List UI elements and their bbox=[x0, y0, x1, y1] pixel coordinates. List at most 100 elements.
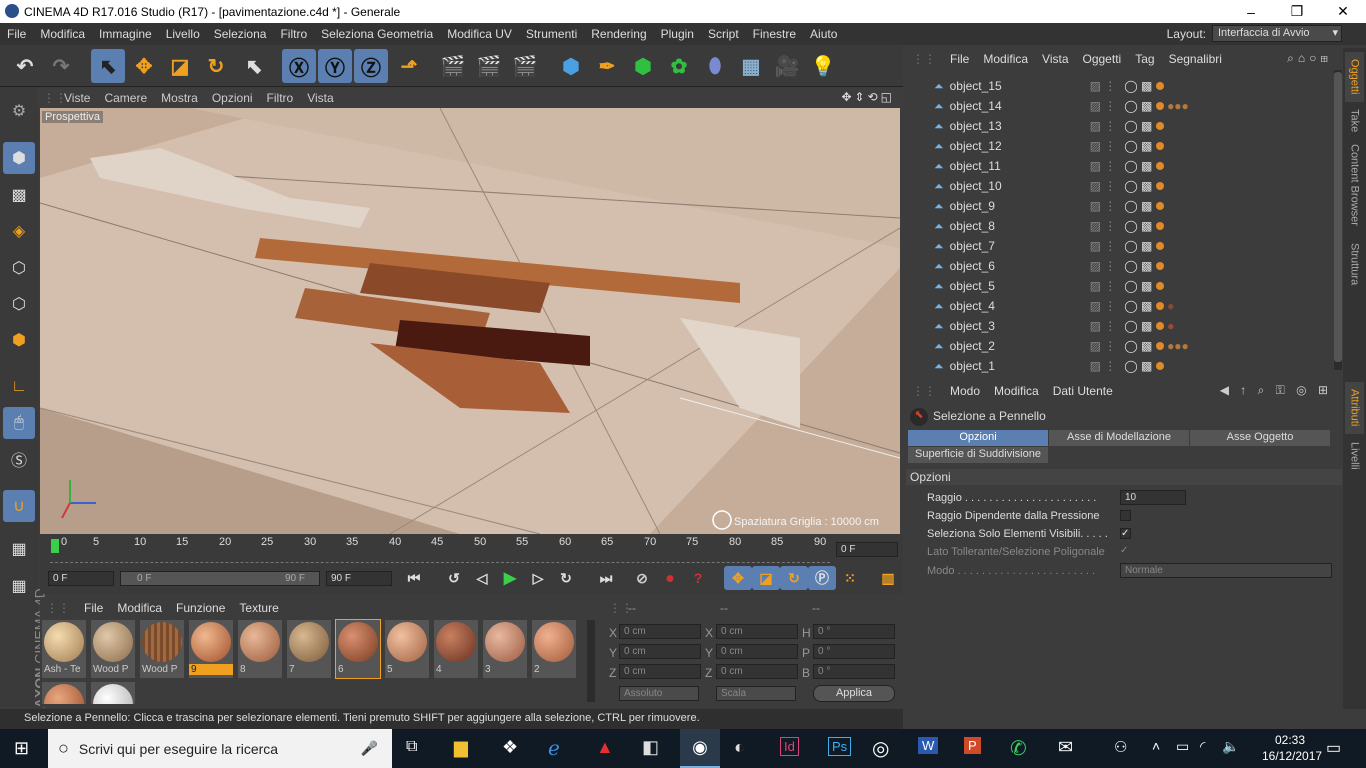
visibility-dots-icon[interactable]: ▨ ⋮ bbox=[1090, 359, 1117, 373]
z-axis-button[interactable]: Ⓩ bbox=[354, 49, 388, 83]
last-tool-button[interactable]: ⬉ bbox=[237, 49, 271, 83]
goto-start-button[interactable]: ⏮ bbox=[400, 566, 428, 590]
visibility-dots-icon[interactable]: ▨ ⋮ bbox=[1090, 79, 1117, 93]
attribute-menu-modo[interactable]: Modo bbox=[950, 384, 980, 398]
pen-spline-button[interactable]: ✒ bbox=[590, 49, 624, 83]
microphone-icon[interactable]: 🎤 bbox=[361, 740, 378, 757]
notifications-icon[interactable]: ▭ bbox=[1326, 738, 1341, 758]
attribute-menu-modifica[interactable]: Modifica bbox=[994, 384, 1039, 398]
rot-b-field[interactable]: 0 ° bbox=[813, 664, 895, 679]
file-explorer-icon[interactable]: ▆ bbox=[454, 737, 468, 758]
visibility-dots-icon[interactable]: ▨ ⋮ bbox=[1090, 139, 1117, 153]
steam-icon[interactable]: ◐ bbox=[734, 737, 745, 758]
viewport-menu-opzioni[interactable]: Opzioni bbox=[205, 91, 260, 105]
viewport-menu-viste[interactable]: Viste bbox=[57, 91, 97, 105]
object-menu-tag[interactable]: Tag bbox=[1135, 52, 1154, 66]
menu-strumenti[interactable]: Strumenti bbox=[519, 27, 584, 41]
current-frame-field[interactable]: 0 F bbox=[836, 542, 898, 557]
menu-aiuto[interactable]: Aiuto bbox=[803, 27, 844, 41]
autocad-icon[interactable]: ▲ bbox=[596, 737, 614, 758]
material-tag-icon[interactable]: ◯ ▩ ●●● bbox=[1124, 99, 1189, 113]
material-tag-icon[interactable]: ◯ ▩ bbox=[1124, 139, 1164, 153]
visibility-dots-icon[interactable]: ▨ ⋮ bbox=[1090, 279, 1117, 293]
size-y-field[interactable]: 0 cm bbox=[716, 644, 798, 659]
material-tag-icon[interactable]: ◯ ▩ ● bbox=[1124, 319, 1174, 333]
mail-icon[interactable]: ✉ bbox=[1058, 737, 1073, 758]
modo-select[interactable]: Normale bbox=[1120, 563, 1332, 578]
material-swatch[interactable]: Wood P bbox=[91, 620, 135, 678]
menu-seleziona-geometria[interactable]: Seleziona Geometria bbox=[314, 27, 440, 41]
object-menu-file[interactable]: File bbox=[950, 52, 969, 66]
end-frame-field[interactable]: 90 F bbox=[326, 571, 392, 586]
material-swatch[interactable]: 3 bbox=[483, 620, 527, 678]
range-slider[interactable]: 0 F 90 F bbox=[120, 571, 320, 586]
people-icon[interactable]: ⚇ bbox=[1114, 738, 1127, 756]
tray-chevron-icon[interactable]: ˄ bbox=[1152, 738, 1160, 754]
coordinate-system-button[interactable]: ⬏ bbox=[392, 49, 426, 83]
sketchup-icon[interactable]: ◧ bbox=[642, 737, 659, 758]
points-mode-icon[interactable]: ⬡ bbox=[3, 252, 35, 284]
visibility-dots-icon[interactable]: ▨ ⋮ bbox=[1090, 239, 1117, 253]
rot-h-field[interactable]: 0 ° bbox=[813, 624, 895, 639]
x-axis-button[interactable]: Ⓧ bbox=[282, 49, 316, 83]
menu-livello[interactable]: Livello bbox=[159, 27, 207, 41]
size-z-field[interactable]: 0 cm bbox=[716, 664, 798, 679]
live-selection-button[interactable]: ⬉ bbox=[91, 49, 125, 83]
size-mode-select[interactable]: Scala bbox=[716, 686, 796, 701]
redo-button[interactable]: ↷ bbox=[44, 49, 78, 83]
key-position-button[interactable]: ✥ bbox=[724, 566, 752, 590]
material-scrollbar[interactable] bbox=[587, 620, 595, 702]
prev-key-button[interactable]: ↺ bbox=[440, 566, 468, 590]
model-mode-icon[interactable]: ⬢ bbox=[3, 142, 35, 174]
render-picture-viewer-button[interactable]: 🎬 bbox=[472, 49, 506, 83]
goto-end-button[interactable]: ⏭ bbox=[592, 566, 620, 590]
chrome-icon[interactable]: ◎ bbox=[872, 736, 889, 761]
maximize-button[interactable]: ❐ bbox=[1274, 0, 1320, 23]
cloner-button[interactable]: ✿ bbox=[662, 49, 696, 83]
viewport-menu-vista[interactable]: Vista bbox=[300, 91, 340, 105]
pos-z-field[interactable]: 0 cm bbox=[619, 664, 701, 679]
menu-rendering[interactable]: Rendering bbox=[584, 27, 653, 41]
layout-select[interactable]: Interfaccia di Avvio ▾ bbox=[1212, 25, 1342, 42]
material-tag-icon[interactable]: ◯ ▩ bbox=[1124, 79, 1164, 93]
prev-frame-button[interactable]: ◁ bbox=[468, 566, 496, 590]
raggio-field[interactable]: 10 bbox=[1120, 490, 1186, 505]
edges-mode-icon[interactable]: ⬡ bbox=[3, 288, 35, 320]
material-swatch[interactable]: 6 bbox=[335, 619, 381, 679]
visibility-dots-icon[interactable]: ▨ ⋮ bbox=[1090, 179, 1117, 193]
workplane-grid-icon[interactable]: ▦ bbox=[3, 533, 35, 565]
tweak-mode-icon[interactable]: 🖱 bbox=[3, 407, 35, 439]
material-tag-icon[interactable]: ◯ ▩ bbox=[1124, 159, 1164, 173]
visibility-dots-icon[interactable]: ▨ ⋮ bbox=[1090, 219, 1117, 233]
material-menu-file[interactable]: File bbox=[84, 601, 103, 615]
next-key-button[interactable]: ↻ bbox=[552, 566, 580, 590]
taskbar-search-box[interactable]: ○ Scrivi qui per eseguire la ricerca 🎤 bbox=[48, 729, 392, 768]
object-row[interactable]: ⏶ object_4 ▨ ⋮ ◯ ▩ ● bbox=[906, 296, 1342, 316]
minimize-button[interactable]: – bbox=[1228, 0, 1274, 23]
visibility-dots-icon[interactable]: ▨ ⋮ bbox=[1090, 299, 1117, 313]
camera-button[interactable]: 🎥 bbox=[770, 49, 804, 83]
material-tag-icon[interactable]: ◯ ▩ bbox=[1124, 239, 1164, 253]
object-row[interactable]: ⏶ object_8 ▨ ⋮ ◯ ▩ bbox=[906, 216, 1342, 236]
material-swatch[interactable]: 4 bbox=[434, 620, 478, 678]
close-button[interactable]: ✕ bbox=[1320, 0, 1366, 23]
object-menu-modifica[interactable]: Modifica bbox=[983, 52, 1028, 66]
viewport-menu-camere[interactable]: Camere bbox=[97, 91, 154, 105]
cube-primitive-button[interactable]: ⬢ bbox=[554, 49, 588, 83]
workplane-mode-icon[interactable]: ◈ bbox=[3, 215, 35, 247]
attribute-menu-dati-utente[interactable]: Dati Utente bbox=[1053, 384, 1113, 398]
object-scrollbar[interactable] bbox=[1334, 70, 1342, 370]
menu-finestre[interactable]: Finestre bbox=[746, 27, 803, 41]
viewport-nav-icons[interactable]: ✥⇕⟲◱ bbox=[841, 90, 895, 104]
object-row[interactable]: ⏶ object_14 ▨ ⋮ ◯ ▩ ●●● bbox=[906, 96, 1342, 116]
material-swatch-partial[interactable] bbox=[42, 682, 86, 704]
tab-oggetti[interactable]: Oggetti bbox=[1345, 52, 1364, 102]
key-scale-button[interactable]: ◪ bbox=[752, 566, 780, 590]
menu-modifica-uv[interactable]: Modifica UV bbox=[440, 27, 519, 41]
material-tag-icon[interactable]: ◯ ▩ bbox=[1124, 119, 1164, 133]
whatsapp-icon[interactable]: ✆ bbox=[1010, 736, 1027, 761]
edge-icon[interactable]: ℯ bbox=[548, 736, 560, 761]
render-view-button[interactable]: 🎬 bbox=[436, 49, 470, 83]
material-swatch[interactable]: 2 bbox=[532, 620, 576, 678]
material-menu-funzione[interactable]: Funzione bbox=[176, 601, 225, 615]
